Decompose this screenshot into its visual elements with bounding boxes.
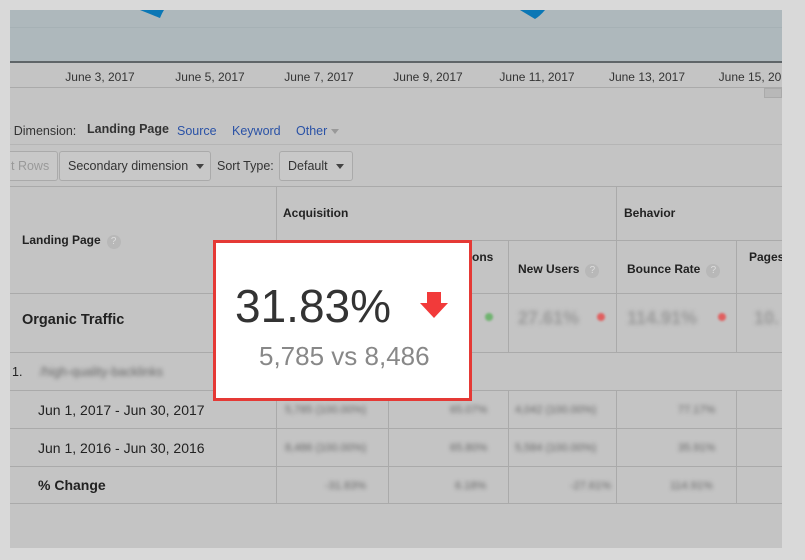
cell: -27.61% xyxy=(570,480,611,492)
cell: 5,785 (100.00%) xyxy=(285,404,367,416)
up-indicator-icon xyxy=(485,313,493,321)
cell: 6.18% xyxy=(455,480,487,492)
cell: 65.07% xyxy=(450,404,488,416)
dimension-source[interactable]: Source xyxy=(177,124,217,138)
divider xyxy=(10,503,782,504)
divider xyxy=(508,240,509,352)
help-icon[interactable]: ? xyxy=(706,264,721,278)
x-tick: June 9, 2017 xyxy=(393,70,463,84)
down-indicator-icon xyxy=(718,313,726,321)
cell: 65.80% xyxy=(450,442,488,454)
chevron-down-icon xyxy=(196,164,205,170)
organic-bounce-rate: 114.91% xyxy=(627,308,698,328)
landing-page-link[interactable]: /high-quality-backlinks xyxy=(40,365,163,379)
down-indicator-icon xyxy=(597,313,605,321)
row-index: 1. xyxy=(12,365,23,379)
divider xyxy=(10,466,782,467)
column-header-landing-page[interactable]: Landing Page? xyxy=(22,233,121,249)
chart-line xyxy=(140,10,545,19)
header-label: Landing Page xyxy=(22,233,101,247)
percent-change-value: 31.83% xyxy=(235,280,392,332)
dimension-other[interactable]: Other xyxy=(296,124,340,138)
column-header-sessions[interactable]: ons xyxy=(472,250,493,264)
x-tick: June 7, 2017 xyxy=(284,70,354,84)
organic-new-users: 27.61% xyxy=(518,308,580,328)
divider xyxy=(616,186,617,352)
primary-dimension-label: y Dimension: xyxy=(10,124,77,138)
divider xyxy=(388,390,389,503)
dimension-keyword[interactable]: Keyword xyxy=(232,124,281,138)
analytics-report: June 3, 2017 June 5, 2017 June 7, 2017 J… xyxy=(10,10,782,548)
percent-change-callout: 31.83% 5,785 vs 8,486 xyxy=(213,240,472,401)
divider xyxy=(276,390,277,503)
secondary-dimension-dropdown[interactable]: Secondary dimension xyxy=(59,151,211,181)
group-header-behavior: Behavior xyxy=(624,206,676,220)
divider xyxy=(10,186,782,187)
sort-type-value: Default xyxy=(288,159,328,173)
cell: 35.91% xyxy=(678,442,716,454)
cell: 5,584 (100.00%) xyxy=(515,442,597,454)
cell: 77.17% xyxy=(678,404,716,416)
help-icon[interactable]: ? xyxy=(106,235,121,249)
group-header-acquisition: Acquisition xyxy=(283,206,349,220)
sort-type-label: Sort Type: xyxy=(217,159,274,173)
cell: 4,042 (100.00%) xyxy=(515,404,597,416)
column-header-bounce-rate[interactable]: Bounce Rate? xyxy=(627,262,721,278)
percent-change-label: % Change xyxy=(38,477,106,493)
cell: 114.91% xyxy=(670,480,713,492)
divider xyxy=(10,144,782,145)
organic-pages: 10. xyxy=(754,308,780,328)
other-label: Other xyxy=(296,124,328,138)
column-header-pages[interactable]: Pages xyxy=(749,250,782,264)
chart-scrollbar[interactable] xyxy=(10,87,782,99)
date-range-current: Jun 1, 2017 - Jun 30, 2017 xyxy=(38,402,205,418)
sort-type-dropdown[interactable]: Default xyxy=(279,151,353,181)
divider xyxy=(508,390,509,503)
divider xyxy=(616,390,617,503)
chevron-down-icon xyxy=(331,129,340,135)
divider xyxy=(736,240,737,352)
organic-traffic-label: Organic Traffic xyxy=(22,312,125,328)
divider xyxy=(736,390,737,503)
chevron-down-icon xyxy=(335,164,344,170)
scrollbar-thumb[interactable] xyxy=(764,88,782,98)
divider xyxy=(10,428,782,429)
date-range-previous: Jun 1, 2016 - Jun 30, 2016 xyxy=(38,440,205,456)
line-chart xyxy=(10,10,782,63)
header-label: New Users xyxy=(518,262,580,276)
help-icon[interactable]: ? xyxy=(585,264,600,278)
x-tick: June 11, 2017 xyxy=(499,70,575,84)
x-tick: June 3, 2017 xyxy=(65,70,135,84)
arrow-down-icon xyxy=(420,292,448,318)
column-header-new-users[interactable]: New Users? xyxy=(518,262,600,278)
x-tick: June 5, 2017 xyxy=(175,70,245,84)
secondary-dimension-label: Secondary dimension xyxy=(68,159,189,173)
cell: -31.83% xyxy=(325,480,366,492)
dimension-landing-page[interactable]: Landing Page xyxy=(87,122,169,136)
cell: 8,486 (100.00%) xyxy=(285,442,367,454)
x-tick: June 15, 20 xyxy=(718,70,782,84)
plot-rows-button[interactable]: t Rows xyxy=(10,151,59,181)
header-label: Bounce Rate xyxy=(627,262,701,276)
x-tick: June 13, 2017 xyxy=(608,70,686,84)
comparison-values: 5,785 vs 8,486 xyxy=(259,341,430,371)
